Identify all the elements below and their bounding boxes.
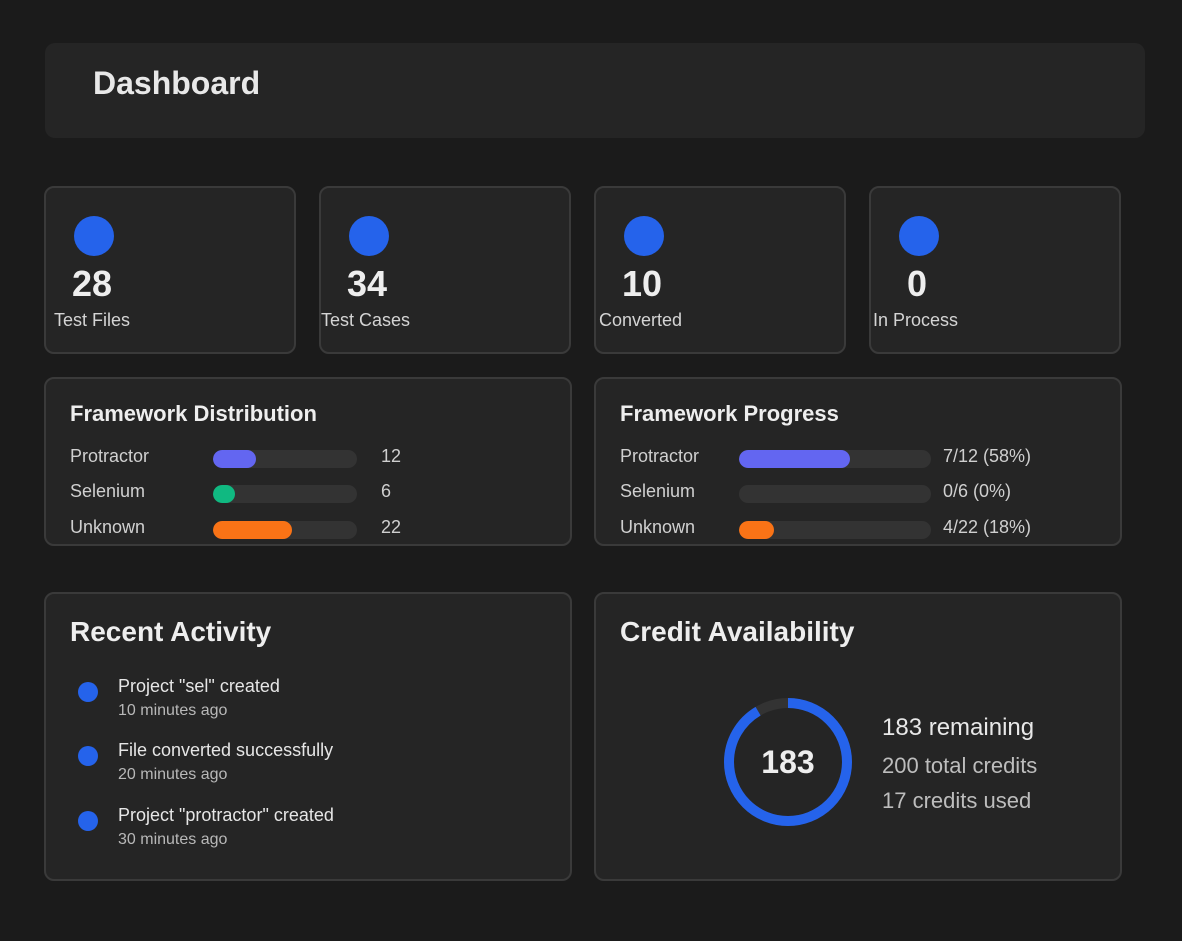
activity-item[interactable]: Project "sel" created 10 minutes ago bbox=[78, 672, 538, 722]
distribution-count: 22 bbox=[381, 517, 402, 537]
distribution-bar-fill bbox=[213, 450, 257, 468]
circle-icon bbox=[899, 216, 939, 256]
panel-title: Credit Availability bbox=[620, 616, 855, 647]
framework-distribution-panel: Framework Distribution Protractor 12 Sel… bbox=[44, 377, 572, 546]
activity-text: Project "sel" created bbox=[118, 676, 280, 696]
stat-label: Test Files bbox=[54, 310, 131, 330]
framework-name: Protractor bbox=[70, 446, 150, 466]
framework-progress-panel: Framework Progress Protractor 7/12 (58%)… bbox=[594, 377, 1122, 546]
stat-value: 10 bbox=[622, 263, 663, 304]
bullet-icon bbox=[78, 746, 98, 766]
activity-item[interactable]: Project "protractor" created 30 minutes … bbox=[78, 801, 538, 851]
panel-title: Recent Activity bbox=[70, 616, 272, 647]
stat-card-test-files[interactable]: 28 Test Files bbox=[44, 186, 296, 354]
progress-bar-fill bbox=[739, 450, 851, 468]
circle-icon bbox=[74, 216, 114, 256]
framework-name: Protractor bbox=[620, 446, 700, 466]
activity-text: Project "protractor" created bbox=[118, 805, 334, 825]
recent-activity-panel: Recent Activity Project "sel" created 10… bbox=[44, 592, 572, 881]
activity-item[interactable]: File converted successfully 20 minutes a… bbox=[78, 736, 538, 786]
stat-label: Converted bbox=[599, 310, 683, 330]
credit-ring-value: 183 bbox=[761, 743, 815, 780]
credits-used: 17 credits used bbox=[882, 788, 1032, 813]
distribution-row-protractor: Protractor 12 bbox=[70, 446, 550, 470]
distribution-row-selenium: Selenium 6 bbox=[70, 481, 550, 505]
progress-row-selenium: Selenium 0/6 (0%) bbox=[620, 481, 1100, 505]
distribution-count: 12 bbox=[381, 446, 402, 466]
framework-name: Unknown bbox=[620, 517, 696, 537]
framework-name: Selenium bbox=[620, 481, 696, 501]
progress-row-unknown: Unknown 4/22 (18%) bbox=[620, 517, 1100, 541]
stat-label: Test Cases bbox=[321, 310, 411, 330]
progress-track bbox=[739, 450, 931, 468]
distribution-count: 6 bbox=[381, 481, 392, 501]
stat-value: 0 bbox=[907, 263, 928, 304]
progress-track bbox=[739, 521, 931, 539]
progress-track bbox=[739, 485, 931, 503]
stat-card-test-cases[interactable]: 34 Test Cases bbox=[319, 186, 571, 354]
panel-title: Framework Distribution bbox=[70, 401, 317, 426]
distribution-track bbox=[213, 521, 357, 539]
stat-card-converted[interactable]: 10 Converted bbox=[594, 186, 846, 354]
progress-row-protractor: Protractor 7/12 (58%) bbox=[620, 446, 1100, 470]
circle-icon bbox=[349, 216, 389, 256]
progress-bar-fill bbox=[739, 521, 774, 539]
progress-value: 0/6 (0%) bbox=[943, 481, 1012, 501]
stat-card-in-process[interactable]: 0 In Process bbox=[869, 186, 1121, 354]
framework-name: Unknown bbox=[70, 517, 146, 537]
distribution-row-unknown: Unknown 22 bbox=[70, 517, 550, 541]
distribution-bar-fill bbox=[213, 521, 293, 539]
circle-icon bbox=[624, 216, 664, 256]
page-title: Dashboard bbox=[93, 65, 261, 101]
credits-remaining: 183 remaining bbox=[882, 714, 1035, 741]
panel-title: Framework Progress bbox=[620, 401, 839, 426]
activity-text: File converted successfully bbox=[118, 740, 334, 760]
activity-time: 30 minutes ago bbox=[118, 831, 228, 848]
activity-time: 10 minutes ago bbox=[118, 702, 228, 719]
credits-total: 200 total credits bbox=[882, 753, 1038, 778]
activity-time: 20 minutes ago bbox=[118, 766, 228, 783]
stat-label: In Process bbox=[873, 310, 959, 330]
distribution-bar-fill bbox=[213, 485, 235, 503]
distribution-track bbox=[213, 450, 357, 468]
stat-value: 34 bbox=[347, 263, 388, 304]
credit-availability-panel: Credit Availability 183 183 remaining 20… bbox=[594, 592, 1122, 881]
bullet-icon bbox=[78, 682, 98, 702]
stat-value: 28 bbox=[72, 263, 113, 304]
progress-value: 7/12 (58%) bbox=[943, 446, 1032, 466]
bullet-icon bbox=[78, 811, 98, 831]
framework-name: Selenium bbox=[70, 481, 146, 501]
dashboard-header: Dashboard bbox=[45, 43, 1145, 138]
progress-value: 4/22 (18%) bbox=[943, 517, 1032, 537]
distribution-track bbox=[213, 485, 357, 503]
